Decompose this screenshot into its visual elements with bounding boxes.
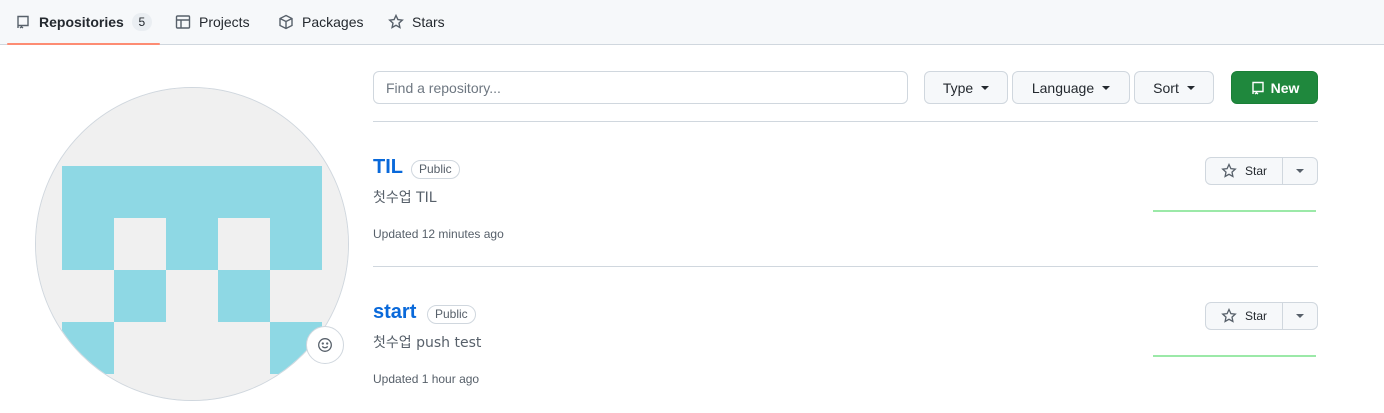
repo-list-item: TIL Public 첫수업 TIL Updated 12 minutes ag… <box>373 154 1318 284</box>
star-list-dropdown[interactable] <box>1283 302 1318 330</box>
type-filter-button[interactable]: Type <box>924 71 1008 104</box>
star-icon <box>1221 308 1237 323</box>
activity-sparkline <box>1153 355 1316 357</box>
star-button[interactable]: Star <box>1205 302 1283 330</box>
new-button-label: New <box>1270 79 1300 96</box>
star-button-label: Star <box>1244 164 1267 178</box>
caret-down-icon <box>1296 314 1304 318</box>
profile-tab-bar: Repositories 5 Projects Packages Stars <box>0 0 1384 45</box>
identicon-image <box>36 88 348 400</box>
repo-description: 첫수업 TIL <box>373 190 437 206</box>
language-filter-button[interactable]: Language <box>1012 71 1130 104</box>
caret-down-icon <box>981 85 990 90</box>
table-icon <box>175 15 191 29</box>
visibility-badge: Public <box>427 305 476 324</box>
star-button-group: Star <box>1205 302 1318 330</box>
repo-name-link[interactable]: TIL <box>373 154 403 180</box>
sort-button[interactable]: Sort <box>1134 71 1214 104</box>
repo-icon <box>17 15 29 29</box>
activity-sparkline <box>1153 210 1316 212</box>
list-divider <box>373 266 1318 267</box>
tab-projects-label: Projects <box>199 14 250 30</box>
repo-list-item: start Public 첫수업 push test Updated 1 hou… <box>373 299 1318 413</box>
tab-repositories-label: Repositories <box>39 14 124 30</box>
caret-down-icon <box>1102 85 1111 90</box>
tab-repositories[interactable]: Repositories 5 <box>7 0 160 45</box>
tab-stars-label: Stars <box>412 14 445 30</box>
tab-packages[interactable]: Packages <box>278 0 363 44</box>
caret-down-icon <box>1186 85 1195 90</box>
find-repository-input[interactable] <box>373 71 908 104</box>
star-icon <box>1221 163 1237 178</box>
repo-updated-time: Updated 12 minutes ago <box>373 227 504 241</box>
star-button-group: Star <box>1205 157 1318 185</box>
smiley-icon <box>318 338 332 352</box>
repo-name-link[interactable]: start <box>373 299 416 325</box>
repositories-count-badge: 5 <box>131 13 152 31</box>
new-repository-button[interactable]: New <box>1231 71 1318 104</box>
list-divider <box>373 121 1318 122</box>
repo-description: 첫수업 push test <box>373 335 482 351</box>
repo-icon <box>1251 81 1264 95</box>
star-button[interactable]: Star <box>1205 157 1283 185</box>
star-button-label: Star <box>1244 309 1267 323</box>
visibility-badge: Public <box>411 160 460 179</box>
tab-packages-label: Packages <box>302 14 364 30</box>
tab-projects[interactable]: Projects <box>175 0 250 44</box>
package-icon <box>279 14 293 30</box>
star-list-dropdown[interactable] <box>1283 157 1318 185</box>
tab-stars[interactable]: Stars <box>388 0 445 44</box>
repo-updated-time: Updated 1 hour ago <box>373 372 480 386</box>
type-filter-label: Type <box>942 79 974 96</box>
set-status-button[interactable] <box>306 326 344 364</box>
sort-label: Sort <box>1153 79 1179 96</box>
avatar[interactable] <box>35 87 349 401</box>
star-icon <box>388 14 404 29</box>
language-filter-label: Language <box>1031 79 1095 96</box>
caret-down-icon <box>1296 169 1304 173</box>
